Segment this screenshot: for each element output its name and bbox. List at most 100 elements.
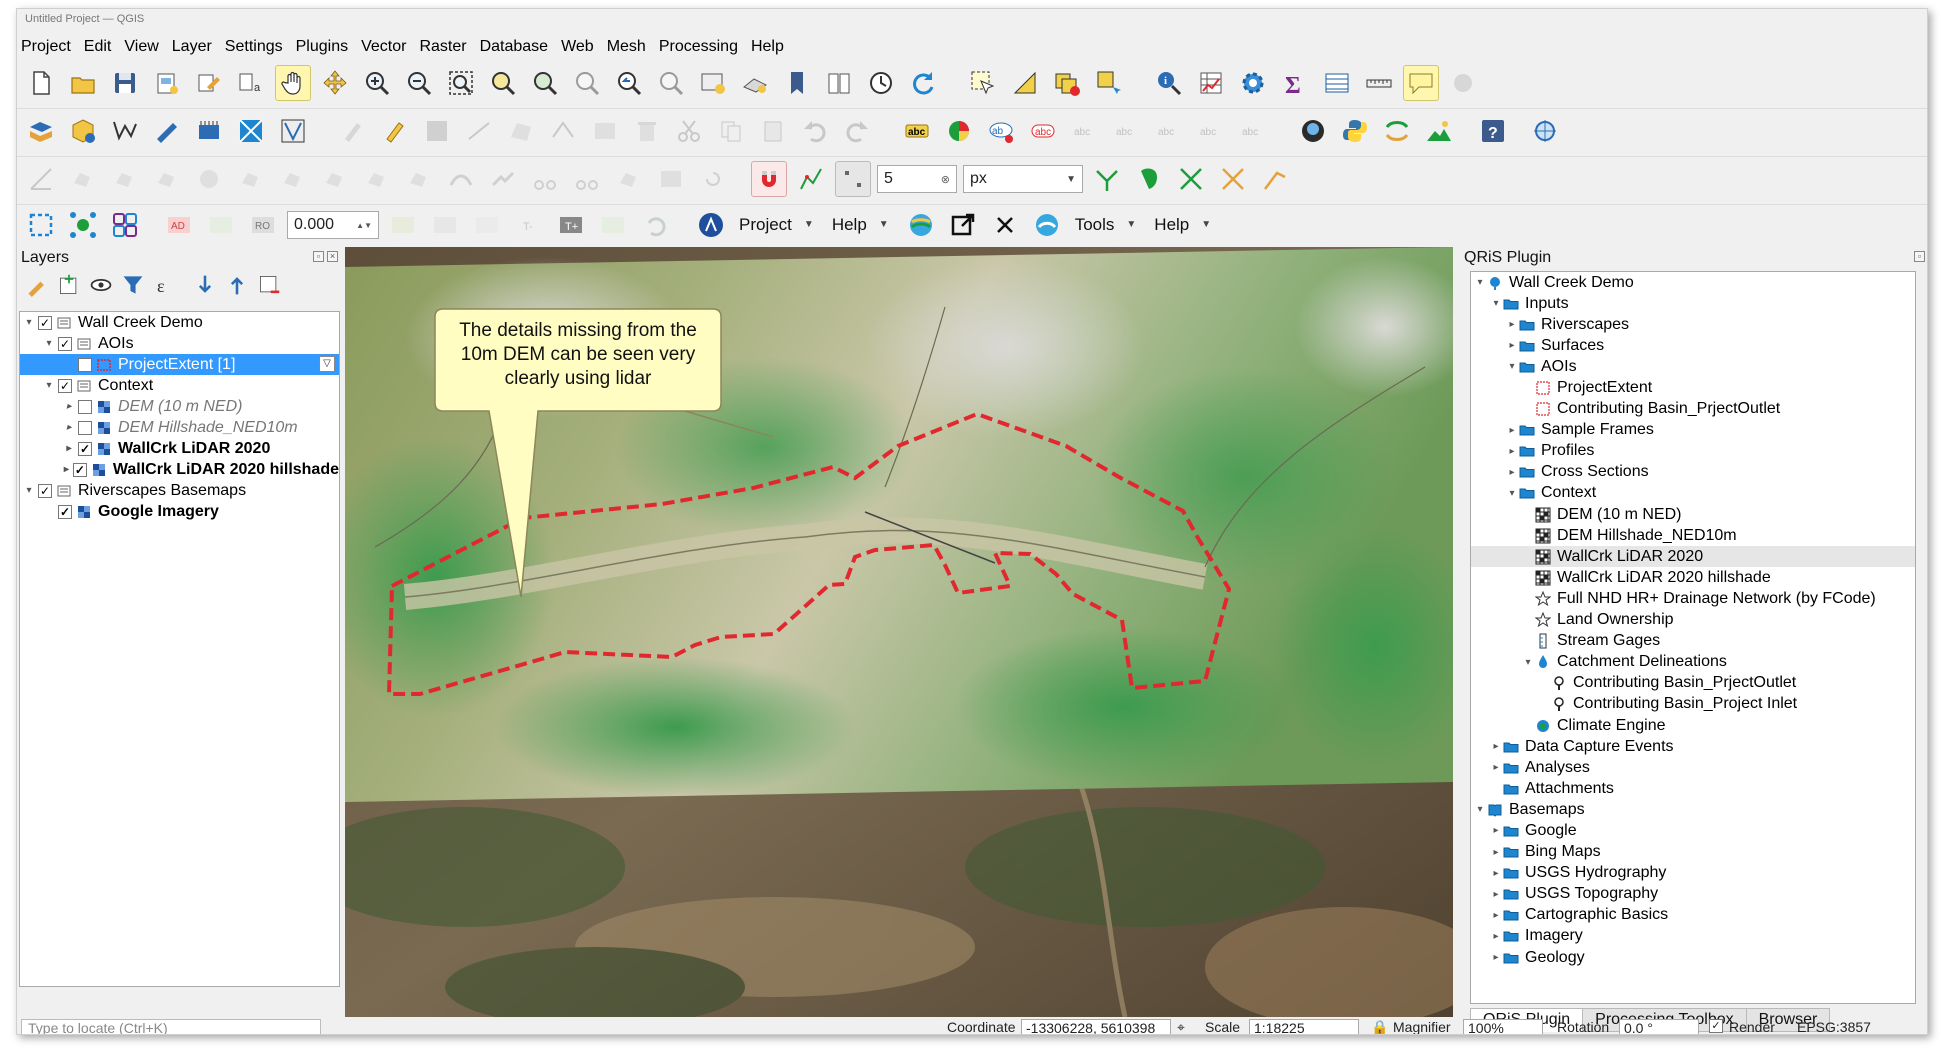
delete-part-icon[interactable]	[359, 161, 395, 197]
qris-tree-row[interactable]: ▸ Surfaces	[1471, 335, 1915, 356]
layer-row[interactable]: ✓ ProjectExtent [1] ▽	[20, 354, 339, 375]
menu-processing[interactable]: Processing	[659, 35, 738, 59]
modify-attributes-icon[interactable]	[587, 113, 623, 149]
qris-tree-row[interactable]: ▸ Profiles	[1471, 441, 1915, 462]
riverscapes-sync-icon[interactable]	[1379, 113, 1415, 149]
add-polygon-icon[interactable]	[503, 113, 539, 149]
select-features-icon[interactable]	[965, 65, 1001, 101]
layer-row[interactable]: ▸ DEM (10 m NED)	[20, 396, 339, 417]
move-feature-icon[interactable]	[65, 161, 101, 197]
close-icon[interactable]	[987, 207, 1023, 243]
fill-ring-icon[interactable]	[275, 161, 311, 197]
spin-arrows-icon[interactable]: ▲▼	[356, 221, 372, 230]
new-bookmark-icon[interactable]	[779, 65, 815, 101]
highlight-pinned-labels-icon[interactable]: ab	[983, 113, 1019, 149]
qris-tree-row[interactable]: Contributing Basin_PrjectOutlet	[1471, 673, 1915, 694]
magnifier-value[interactable]: 100%	[1463, 1019, 1543, 1034]
snapping-magnet-icon[interactable]	[751, 161, 787, 197]
save-edits-icon[interactable]	[419, 113, 455, 149]
adj-badge-icon[interactable]	[427, 207, 463, 243]
layer-row[interactable]: ▸ ✓ WallCrk LiDAR 2020	[20, 438, 339, 459]
riverscapes-viewer-icon[interactable]	[903, 207, 939, 243]
layer-row[interactable]: ▾ ✓ AOIs	[20, 333, 339, 354]
chevron-right-icon[interactable]: ▸	[62, 464, 71, 475]
remove-layer-icon[interactable]	[257, 273, 281, 297]
layer-visibility-checkbox[interactable]: ✓	[78, 357, 92, 372]
qris-tree-row[interactable]: ▾ Inputs	[1471, 293, 1915, 314]
qris-tree-row[interactable]: Stream Gages	[1471, 631, 1915, 652]
new-shapefile-icon[interactable]	[107, 113, 143, 149]
qris-tree-row[interactable]: Full NHD HR+ Drainage Network (by FCode)	[1471, 588, 1915, 609]
layer-row[interactable]: ▾ ✓ Context	[20, 375, 339, 396]
statistics-sigma-icon[interactable]: Σ	[1277, 65, 1313, 101]
data-source-manager-icon[interactable]	[23, 113, 59, 149]
filter-legend-icon[interactable]	[121, 273, 145, 297]
merge-features-icon[interactable]	[611, 161, 647, 197]
qris-tree-row[interactable]: ▸ Bing Maps	[1471, 842, 1915, 863]
pan-map-icon[interactable]	[275, 65, 311, 101]
map-tips-icon[interactable]	[1403, 65, 1439, 101]
qris-tree-row[interactable]: ▸ Riverscapes	[1471, 314, 1915, 335]
undo-arrow-icon[interactable]	[637, 207, 673, 243]
paste-features-icon[interactable]	[755, 113, 791, 149]
reverse-line-icon[interactable]	[485, 161, 521, 197]
edits-icon[interactable]	[335, 113, 371, 149]
badge-2-icon[interactable]	[203, 207, 239, 243]
attribute-table-icon[interactable]	[1319, 65, 1355, 101]
qris-tree-row[interactable]: ▸ Sample Frames	[1471, 420, 1915, 441]
topological-editing-icon[interactable]	[1089, 161, 1125, 197]
new-virtual-layer-icon[interactable]	[233, 113, 269, 149]
qris-tree-row[interactable]: DEM (10 m NED)	[1471, 504, 1915, 525]
chevron-right-icon[interactable]: ▸	[1489, 847, 1503, 858]
rotation-value[interactable]: 0.0 °	[1619, 1019, 1699, 1034]
terrain-profile-icon[interactable]	[1421, 113, 1457, 149]
close-panel-icon[interactable]: ×	[327, 251, 338, 262]
new-3d-view-icon[interactable]	[737, 65, 773, 101]
lock-icon[interactable]: 🔒	[1371, 1019, 1388, 1034]
deselect-all-icon[interactable]	[1049, 65, 1085, 101]
layer-visibility-checkbox[interactable]: ✓	[78, 441, 92, 456]
layer-row[interactable]: ▾ ✓ Wall Creek Demo	[20, 312, 339, 333]
layer-visibility-checkbox[interactable]: ✓	[72, 462, 87, 477]
chevron-right-icon[interactable]: ▸	[1489, 952, 1503, 963]
qris-tree-row[interactable]: Contributing Basin_Project Inlet	[1471, 694, 1915, 715]
new-project-icon[interactable]	[23, 65, 59, 101]
qris-tree-row[interactable]: DEM Hillshade_NED10m	[1471, 525, 1915, 546]
tracing-icon[interactable]	[1257, 161, 1293, 197]
plugin-tools-menu[interactable]: Tools	[1071, 207, 1119, 243]
chevron-down-icon[interactable]: ▾	[1521, 657, 1535, 668]
select-by-value-icon[interactable]	[1007, 65, 1043, 101]
plugin-globe-icon[interactable]	[1295, 113, 1331, 149]
chevron-right-icon[interactable]: ▸	[1505, 467, 1519, 478]
settings-gear-icon[interactable]	[1235, 65, 1271, 101]
crs-value[interactable]: EPSG:3857	[1797, 1019, 1871, 1034]
avoid-overlap-icon[interactable]	[1173, 161, 1209, 197]
menu-plugins[interactable]: Plugins	[296, 35, 348, 59]
refresh-icon[interactable]	[905, 65, 941, 101]
chevron-right-icon[interactable]: ▸	[1505, 319, 1519, 330]
riverscapes-tools-icon[interactable]	[1029, 207, 1065, 243]
sc-badge-icon[interactable]	[385, 207, 421, 243]
layer-visibility-checkbox[interactable]: ✓	[58, 336, 72, 351]
rotate-label-icon[interactable]: abc	[1193, 113, 1229, 149]
lh-badge-icon[interactable]	[595, 207, 631, 243]
chevron-down-icon[interactable]: ▾	[22, 317, 36, 328]
network-icon[interactable]	[65, 207, 101, 243]
open-styling-icon[interactable]	[25, 273, 49, 297]
undo-icon[interactable]	[797, 113, 833, 149]
chevron-down-icon[interactable]: ▾	[1505, 488, 1519, 499]
plugin-help2-menu[interactable]: Help	[1150, 207, 1193, 243]
layer-visibility-checkbox[interactable]: ✓	[38, 483, 52, 498]
new-print-layout-icon[interactable]	[149, 65, 185, 101]
chevron-right-icon[interactable]: ▸	[1489, 931, 1503, 942]
new-geopackage-icon[interactable]	[65, 113, 101, 149]
processing-settings-icon[interactable]	[1445, 65, 1481, 101]
scale-value[interactable]: 1:18225	[1249, 1019, 1359, 1034]
snap-intersection-icon[interactable]	[1131, 161, 1167, 197]
qris-tree-row[interactable]: ▸ Cartographic Basics	[1471, 905, 1915, 926]
qris-tree-row[interactable]: ▸ USGS Hydrography	[1471, 863, 1915, 884]
menu-help[interactable]: Help	[751, 35, 784, 59]
copy-features-icon[interactable]	[713, 113, 749, 149]
snap-self-icon[interactable]	[1215, 161, 1251, 197]
redo-icon[interactable]	[839, 113, 875, 149]
